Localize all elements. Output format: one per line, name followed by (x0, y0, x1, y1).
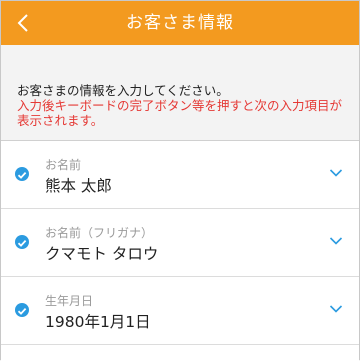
field-value: 熊本 太郎 (45, 177, 112, 195)
chevron-down-icon (329, 237, 343, 245)
field-name-kana[interactable]: お名前（フリガナ） クマモト タロウ (1, 209, 359, 275)
chevron-down-icon (329, 305, 343, 313)
page-title: お客さま情報 (126, 13, 234, 33)
check-circle-icon (15, 235, 29, 249)
field-name[interactable]: お名前 熊本 太郎 (1, 141, 359, 207)
field-value: クマモト タロウ (45, 245, 159, 263)
instruction-warning: 入力後キーボードの完了ボタン等を押すと次の入力項目が表示されます。 (17, 98, 343, 128)
app-header: お客さま情報 (1, 1, 359, 45)
field-label: お名前（フリガナ） (45, 226, 154, 240)
instruction-line: お客さまの情報を入力してください。 (17, 83, 229, 98)
instruction-text: お客さまの情報を入力してください。 入力後キーボードの完了ボタン等を押すと次の入… (17, 83, 347, 128)
chevron-down-icon (329, 169, 343, 177)
form-panel: お名前 熊本 太郎 お名前（フリガナ） クマモト タロウ 生年月日 1980年1… (1, 141, 359, 361)
field-label: お名前 (45, 158, 82, 172)
row-divider (1, 344, 359, 345)
check-circle-icon (15, 167, 29, 181)
check-circle-icon (15, 303, 29, 317)
field-label: 生年月日 (45, 294, 94, 308)
field-value: 1980年1月1日 (45, 313, 151, 331)
field-birthdate[interactable]: 生年月日 1980年1月1日 (1, 277, 359, 343)
